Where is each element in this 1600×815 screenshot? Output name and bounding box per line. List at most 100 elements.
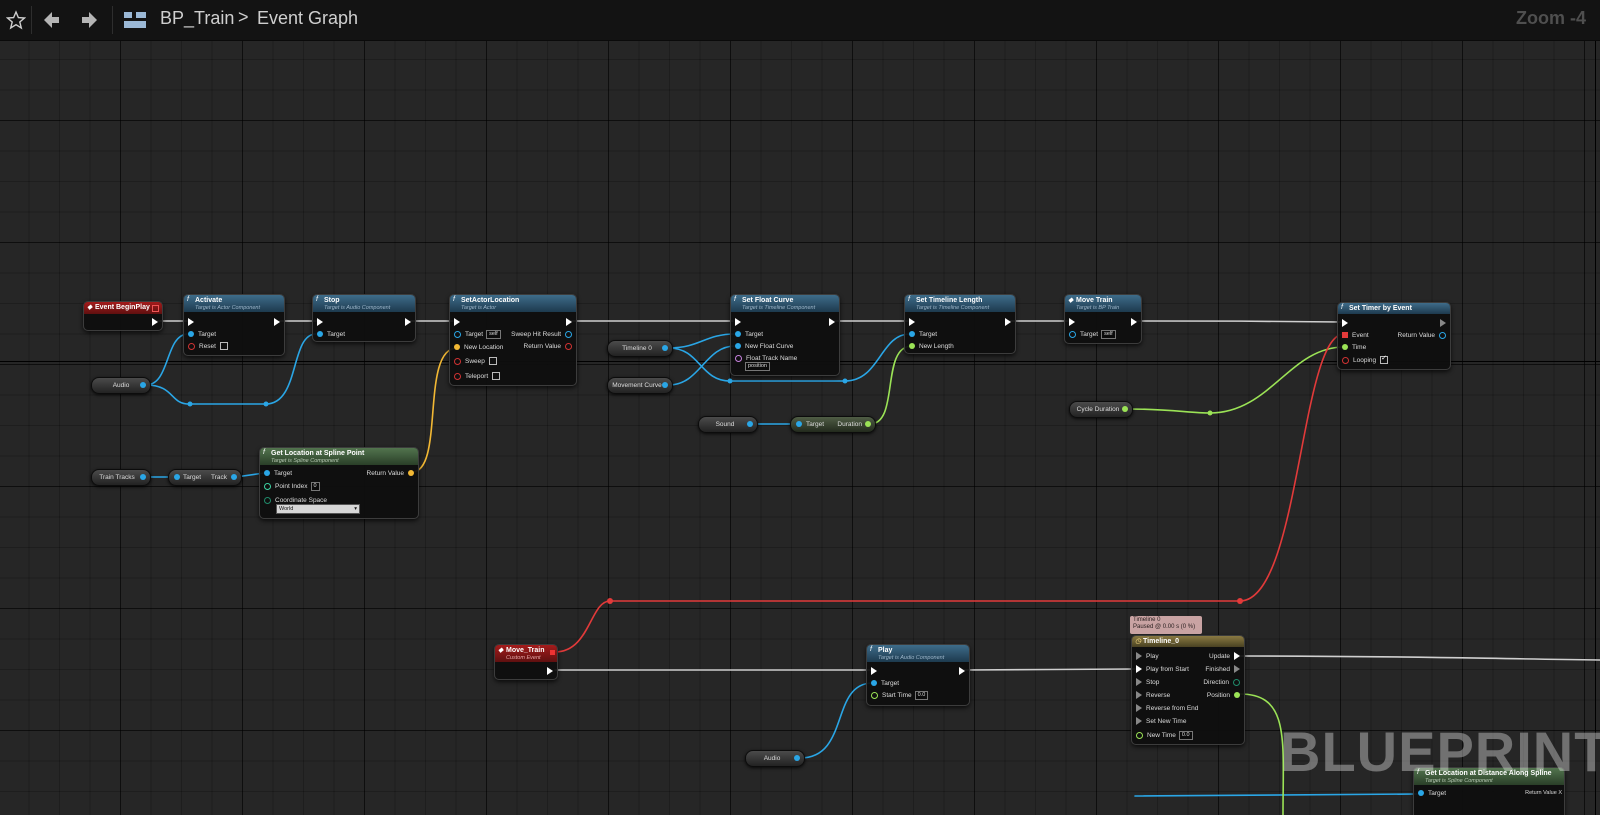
move-train-custom-event-node[interactable]: ◆ Move_Train Custom Event <box>494 644 558 680</box>
set-timer-by-event-node[interactable]: f Set Timer by Event Event Return Value … <box>1337 302 1451 370</box>
exec-in-pin[interactable] <box>188 318 194 326</box>
looping-checkbox[interactable] <box>1380 354 1389 365</box>
exec-out-pin[interactable] <box>959 667 965 675</box>
target-self-field[interactable]: self <box>1101 330 1116 339</box>
sweep-pin[interactable]: Sweep <box>454 357 497 366</box>
delegate-pin-icon[interactable] <box>152 305 159 312</box>
coordinate-space-dropdown[interactable]: World ▾ <box>276 504 360 514</box>
object-pin-icon[interactable] <box>796 421 802 427</box>
stop-node[interactable]: f Stop Target is Audio Component Target <box>312 294 416 342</box>
new-length-pin[interactable]: New Length <box>909 342 954 351</box>
time-pin[interactable]: Time <box>1342 343 1366 352</box>
play-in-pin[interactable]: Play <box>1136 652 1159 661</box>
exec-out-pin[interactable] <box>274 318 280 326</box>
target-pin[interactable]: Target <box>1418 789 1446 798</box>
reset-checkbox[interactable] <box>219 342 228 351</box>
get-location-at-spline-point-node[interactable]: f Get Location at Spline Point Target is… <box>259 447 419 519</box>
new-time-pin[interactable]: New Time 0.0 <box>1136 731 1193 740</box>
target-pin[interactable]: Target <box>264 469 292 478</box>
object-pin-icon[interactable] <box>794 755 800 761</box>
exec-in-pin[interactable] <box>454 318 460 326</box>
finished-out-pin[interactable]: Finished <box>1205 665 1240 674</box>
delegate-pin-icon[interactable] <box>550 650 555 655</box>
set-timeline-length-node[interactable]: f Set Timeline Length Target is Timeline… <box>904 294 1016 354</box>
breadcrumb-graph[interactable]: Event Graph <box>257 8 358 29</box>
event-pin[interactable]: Event <box>1342 331 1369 340</box>
return-value-pin[interactable]: Return Value <box>524 342 572 351</box>
set-float-curve-node[interactable]: f Set Float Curve Target is Timeline Com… <box>730 294 840 376</box>
target-self-field[interactable]: self <box>486 330 501 339</box>
teleport-checkbox[interactable] <box>492 372 501 381</box>
arrow-left-icon[interactable] <box>38 4 64 36</box>
train-tracks-variable-getter[interactable]: Train Tracks <box>91 469 151 486</box>
reverse-in-pin[interactable]: Reverse <box>1136 691 1170 700</box>
timeline-node[interactable]: ◷ Timeline_0 Play Update Play from Start… <box>1131 635 1245 745</box>
exec-in-pin[interactable] <box>1069 318 1075 326</box>
exec-out-pin[interactable] <box>1005 318 1011 326</box>
duration-getter[interactable]: Target Duration <box>790 416 876 433</box>
object-pin-icon[interactable] <box>231 474 237 480</box>
exec-in-pin[interactable] <box>1342 319 1348 327</box>
breadcrumb-asset[interactable]: BP_Train <box>160 8 234 29</box>
exec-out-pin[interactable] <box>547 667 553 675</box>
exec-out-pin[interactable] <box>152 318 158 326</box>
event-beginplay-node[interactable]: ◆ Event BeginPlay <box>83 301 163 331</box>
exec-in-pin[interactable] <box>735 318 741 326</box>
reset-pin[interactable]: Reset <box>188 342 228 351</box>
set-new-time-in-pin[interactable]: Set New Time <box>1136 717 1186 726</box>
exec-in-pin[interactable] <box>909 318 915 326</box>
target-pin[interactable]: Target <box>317 330 345 339</box>
start-time-field[interactable]: 0.0 <box>914 691 929 700</box>
exec-in-pin[interactable] <box>871 667 877 675</box>
position-out-pin[interactable]: Position <box>1207 691 1240 700</box>
sweep-checkbox[interactable] <box>488 357 497 366</box>
sweep-hit-result-pin[interactable]: Sweep Hit Result <box>511 330 572 339</box>
exec-in-pin[interactable] <box>317 318 323 326</box>
exec-out-pin[interactable] <box>829 318 835 326</box>
target-pin[interactable]: Target <box>188 330 216 339</box>
float-pin-icon[interactable] <box>865 421 871 427</box>
audio-variable-getter-2[interactable]: Audio <box>745 750 805 767</box>
target-pin[interactable]: Target self <box>454 330 501 339</box>
looping-pin[interactable]: Looping <box>1342 354 1389 365</box>
reverse-from-end-in-pin[interactable]: Reverse from End <box>1136 704 1198 713</box>
cycle-duration-variable-getter[interactable]: Cycle Duration <box>1069 401 1133 418</box>
sound-variable-getter[interactable]: Sound <box>698 416 758 433</box>
movement-curve-variable-getter[interactable]: Movement Curve <box>607 377 673 394</box>
new-time-field[interactable]: 0.0 <box>1178 731 1193 740</box>
timeline-variable-getter[interactable]: Timeline 0 <box>607 340 673 357</box>
new-float-curve-pin[interactable]: New Float Curve <box>735 342 793 351</box>
object-pin-icon[interactable] <box>662 382 668 388</box>
star-icon[interactable] <box>3 4 29 36</box>
track-component-getter[interactable]: Target Track <box>168 469 242 486</box>
exec-out-pin[interactable] <box>405 318 411 326</box>
exec-out-pin[interactable] <box>566 318 572 326</box>
teleport-pin[interactable]: Teleport <box>454 372 501 381</box>
float-track-name-field[interactable]: position <box>745 362 770 371</box>
point-index-field[interactable]: 0 <box>310 482 320 491</box>
target-pin[interactable]: Target <box>871 679 899 688</box>
target-pin[interactable]: Target self <box>1069 330 1116 339</box>
exec-out-pin[interactable] <box>1440 319 1446 327</box>
play-from-start-in-pin[interactable]: Play from Start <box>1136 665 1189 674</box>
object-pin-icon[interactable] <box>140 474 146 480</box>
stop-in-pin[interactable]: Stop <box>1136 678 1159 687</box>
update-out-pin[interactable]: Update <box>1209 652 1240 661</box>
arrow-right-icon[interactable] <box>77 4 103 36</box>
target-pin[interactable]: Target <box>909 330 937 339</box>
play-node[interactable]: f Play Target is Audio Component Target … <box>866 644 970 706</box>
object-pin-icon[interactable] <box>174 474 180 480</box>
object-pin-icon[interactable] <box>747 421 753 427</box>
object-pin-icon[interactable] <box>662 345 668 351</box>
activate-node[interactable]: f Activate Target is Actor Component Tar… <box>183 294 285 356</box>
blueprint-editor[interactable]: BP_Train > Event Graph Zoom -4 ◆ Event B… <box>0 0 1600 815</box>
float-pin-icon[interactable] <box>1122 406 1128 412</box>
start-time-pin[interactable]: Start Time 0.0 <box>871 691 929 700</box>
move-train-call-node[interactable]: ◆ Move Train Target is BP Train Target se… <box>1064 294 1142 344</box>
object-pin-icon[interactable] <box>140 382 146 388</box>
direction-out-pin[interactable]: Direction <box>1203 678 1240 687</box>
target-pin[interactable]: Target <box>735 330 763 339</box>
audio-variable-getter[interactable]: Audio <box>91 377 151 394</box>
new-location-pin[interactable]: New Location <box>454 343 503 352</box>
point-index-pin[interactable]: Point Index 0 <box>264 482 320 491</box>
